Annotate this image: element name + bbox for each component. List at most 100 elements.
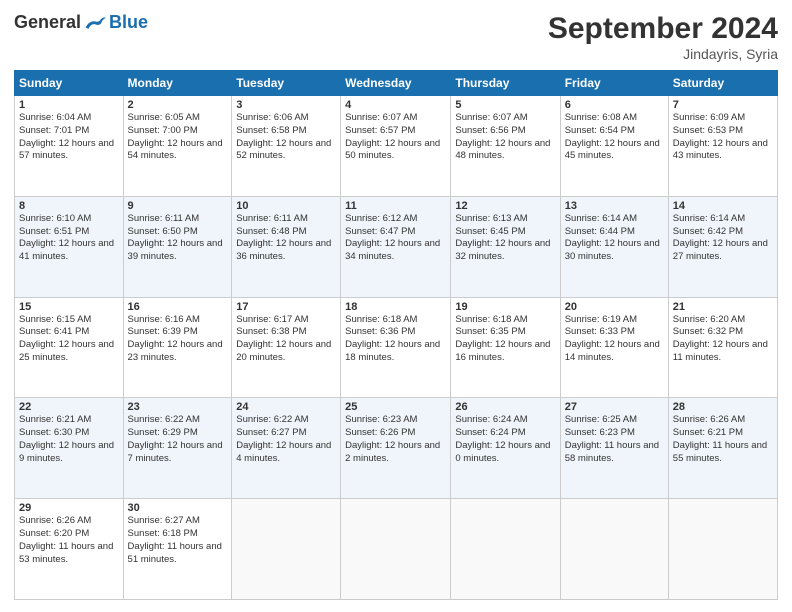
calendar-header-row: SundayMondayTuesdayWednesdayThursdayFrid… xyxy=(15,71,778,96)
calendar-cell: 7Sunrise: 6:09 AMSunset: 6:53 PMDaylight… xyxy=(668,96,777,197)
calendar-cell: 25Sunrise: 6:23 AMSunset: 6:26 PMDayligh… xyxy=(341,398,451,499)
cell-info: Sunrise: 6:25 AMSunset: 6:23 PMDaylight:… xyxy=(565,414,664,465)
cell-info: Sunrise: 6:16 AMSunset: 6:39 PMDaylight:… xyxy=(128,314,228,365)
day-number: 23 xyxy=(128,401,228,413)
cell-info: Sunrise: 6:14 AMSunset: 6:42 PMDaylight:… xyxy=(673,213,773,264)
calendar-cell: 13Sunrise: 6:14 AMSunset: 6:44 PMDayligh… xyxy=(560,196,668,297)
calendar-week-row: 29Sunrise: 6:26 AMSunset: 6:20 PMDayligh… xyxy=(15,499,778,600)
calendar-cell: 1Sunrise: 6:04 AMSunset: 7:01 PMDaylight… xyxy=(15,96,124,197)
day-number: 27 xyxy=(565,401,664,413)
cell-info: Sunrise: 6:11 AMSunset: 6:50 PMDaylight:… xyxy=(128,213,228,264)
day-number: 3 xyxy=(236,99,336,111)
cell-info: Sunrise: 6:26 AMSunset: 6:21 PMDaylight:… xyxy=(673,414,773,465)
calendar-cell: 24Sunrise: 6:22 AMSunset: 6:27 PMDayligh… xyxy=(232,398,341,499)
calendar-header-saturday: Saturday xyxy=(668,71,777,96)
calendar-cell: 19Sunrise: 6:18 AMSunset: 6:35 PMDayligh… xyxy=(451,297,560,398)
calendar-cell: 11Sunrise: 6:12 AMSunset: 6:47 PMDayligh… xyxy=(341,196,451,297)
header: General Blue September 2024 Jindayris, S… xyxy=(14,12,778,62)
calendar-cell: 18Sunrise: 6:18 AMSunset: 6:36 PMDayligh… xyxy=(341,297,451,398)
cell-info: Sunrise: 6:18 AMSunset: 6:35 PMDaylight:… xyxy=(455,314,555,365)
cell-info: Sunrise: 6:04 AMSunset: 7:01 PMDaylight:… xyxy=(19,112,119,163)
calendar-cell: 3Sunrise: 6:06 AMSunset: 6:58 PMDaylight… xyxy=(232,96,341,197)
cell-info: Sunrise: 6:24 AMSunset: 6:24 PMDaylight:… xyxy=(455,414,555,465)
cell-info: Sunrise: 6:07 AMSunset: 6:57 PMDaylight:… xyxy=(345,112,446,163)
day-number: 8 xyxy=(19,200,119,212)
cell-info: Sunrise: 6:18 AMSunset: 6:36 PMDaylight:… xyxy=(345,314,446,365)
day-number: 14 xyxy=(673,200,773,212)
calendar-header-monday: Monday xyxy=(123,71,232,96)
calendar-header-friday: Friday xyxy=(560,71,668,96)
calendar-cell: 17Sunrise: 6:17 AMSunset: 6:38 PMDayligh… xyxy=(232,297,341,398)
calendar-cell: 2Sunrise: 6:05 AMSunset: 7:00 PMDaylight… xyxy=(123,96,232,197)
day-number: 29 xyxy=(19,502,119,514)
calendar-cell: 26Sunrise: 6:24 AMSunset: 6:24 PMDayligh… xyxy=(451,398,560,499)
cell-info: Sunrise: 6:22 AMSunset: 6:29 PMDaylight:… xyxy=(128,414,228,465)
day-number: 17 xyxy=(236,301,336,313)
cell-info: Sunrise: 6:27 AMSunset: 6:18 PMDaylight:… xyxy=(128,515,228,566)
cell-info: Sunrise: 6:10 AMSunset: 6:51 PMDaylight:… xyxy=(19,213,119,264)
cell-info: Sunrise: 6:22 AMSunset: 6:27 PMDaylight:… xyxy=(236,414,336,465)
day-number: 30 xyxy=(128,502,228,514)
calendar-cell: 12Sunrise: 6:13 AMSunset: 6:45 PMDayligh… xyxy=(451,196,560,297)
day-number: 7 xyxy=(673,99,773,111)
cell-info: Sunrise: 6:11 AMSunset: 6:48 PMDaylight:… xyxy=(236,213,336,264)
logo-blue-text: Blue xyxy=(109,12,148,33)
calendar-cell: 16Sunrise: 6:16 AMSunset: 6:39 PMDayligh… xyxy=(123,297,232,398)
cell-info: Sunrise: 6:23 AMSunset: 6:26 PMDaylight:… xyxy=(345,414,446,465)
day-number: 6 xyxy=(565,99,664,111)
day-number: 21 xyxy=(673,301,773,313)
calendar-header-tuesday: Tuesday xyxy=(232,71,341,96)
title-area: September 2024 Jindayris, Syria xyxy=(548,12,778,62)
calendar-cell: 28Sunrise: 6:26 AMSunset: 6:21 PMDayligh… xyxy=(668,398,777,499)
calendar-cell: 27Sunrise: 6:25 AMSunset: 6:23 PMDayligh… xyxy=(560,398,668,499)
calendar-cell xyxy=(451,499,560,600)
day-number: 10 xyxy=(236,200,336,212)
calendar-cell: 6Sunrise: 6:08 AMSunset: 6:54 PMDaylight… xyxy=(560,96,668,197)
day-number: 1 xyxy=(19,99,119,111)
month-title: September 2024 xyxy=(548,12,778,46)
day-number: 15 xyxy=(19,301,119,313)
day-number: 13 xyxy=(565,200,664,212)
calendar-cell: 22Sunrise: 6:21 AMSunset: 6:30 PMDayligh… xyxy=(15,398,124,499)
day-number: 4 xyxy=(345,99,446,111)
day-number: 26 xyxy=(455,401,555,413)
day-number: 11 xyxy=(345,200,446,212)
cell-info: Sunrise: 6:13 AMSunset: 6:45 PMDaylight:… xyxy=(455,213,555,264)
calendar-week-row: 22Sunrise: 6:21 AMSunset: 6:30 PMDayligh… xyxy=(15,398,778,499)
day-number: 12 xyxy=(455,200,555,212)
day-number: 18 xyxy=(345,301,446,313)
calendar-header-thursday: Thursday xyxy=(451,71,560,96)
calendar-cell: 23Sunrise: 6:22 AMSunset: 6:29 PMDayligh… xyxy=(123,398,232,499)
calendar-cell: 29Sunrise: 6:26 AMSunset: 6:20 PMDayligh… xyxy=(15,499,124,600)
cell-info: Sunrise: 6:12 AMSunset: 6:47 PMDaylight:… xyxy=(345,213,446,264)
calendar-header-wednesday: Wednesday xyxy=(341,71,451,96)
cell-info: Sunrise: 6:20 AMSunset: 6:32 PMDaylight:… xyxy=(673,314,773,365)
location-subtitle: Jindayris, Syria xyxy=(548,46,778,62)
calendar-cell: 15Sunrise: 6:15 AMSunset: 6:41 PMDayligh… xyxy=(15,297,124,398)
cell-info: Sunrise: 6:17 AMSunset: 6:38 PMDaylight:… xyxy=(236,314,336,365)
cell-info: Sunrise: 6:07 AMSunset: 6:56 PMDaylight:… xyxy=(455,112,555,163)
calendar-cell: 30Sunrise: 6:27 AMSunset: 6:18 PMDayligh… xyxy=(123,499,232,600)
day-number: 22 xyxy=(19,401,119,413)
logo: General Blue xyxy=(14,12,148,33)
day-number: 9 xyxy=(128,200,228,212)
calendar-cell: 20Sunrise: 6:19 AMSunset: 6:33 PMDayligh… xyxy=(560,297,668,398)
calendar-cell: 8Sunrise: 6:10 AMSunset: 6:51 PMDaylight… xyxy=(15,196,124,297)
calendar-cell xyxy=(341,499,451,600)
logo-bird-icon xyxy=(84,14,106,32)
cell-info: Sunrise: 6:06 AMSunset: 6:58 PMDaylight:… xyxy=(236,112,336,163)
cell-info: Sunrise: 6:14 AMSunset: 6:44 PMDaylight:… xyxy=(565,213,664,264)
calendar-cell xyxy=(668,499,777,600)
day-number: 28 xyxy=(673,401,773,413)
day-number: 25 xyxy=(345,401,446,413)
page: General Blue September 2024 Jindayris, S… xyxy=(0,0,792,612)
calendar-week-row: 8Sunrise: 6:10 AMSunset: 6:51 PMDaylight… xyxy=(15,196,778,297)
day-number: 2 xyxy=(128,99,228,111)
calendar-cell: 21Sunrise: 6:20 AMSunset: 6:32 PMDayligh… xyxy=(668,297,777,398)
cell-info: Sunrise: 6:15 AMSunset: 6:41 PMDaylight:… xyxy=(19,314,119,365)
logo-general-text: General xyxy=(14,12,81,33)
logo-area: General Blue xyxy=(14,12,148,33)
cell-info: Sunrise: 6:09 AMSunset: 6:53 PMDaylight:… xyxy=(673,112,773,163)
calendar-week-row: 1Sunrise: 6:04 AMSunset: 7:01 PMDaylight… xyxy=(15,96,778,197)
calendar-cell xyxy=(232,499,341,600)
